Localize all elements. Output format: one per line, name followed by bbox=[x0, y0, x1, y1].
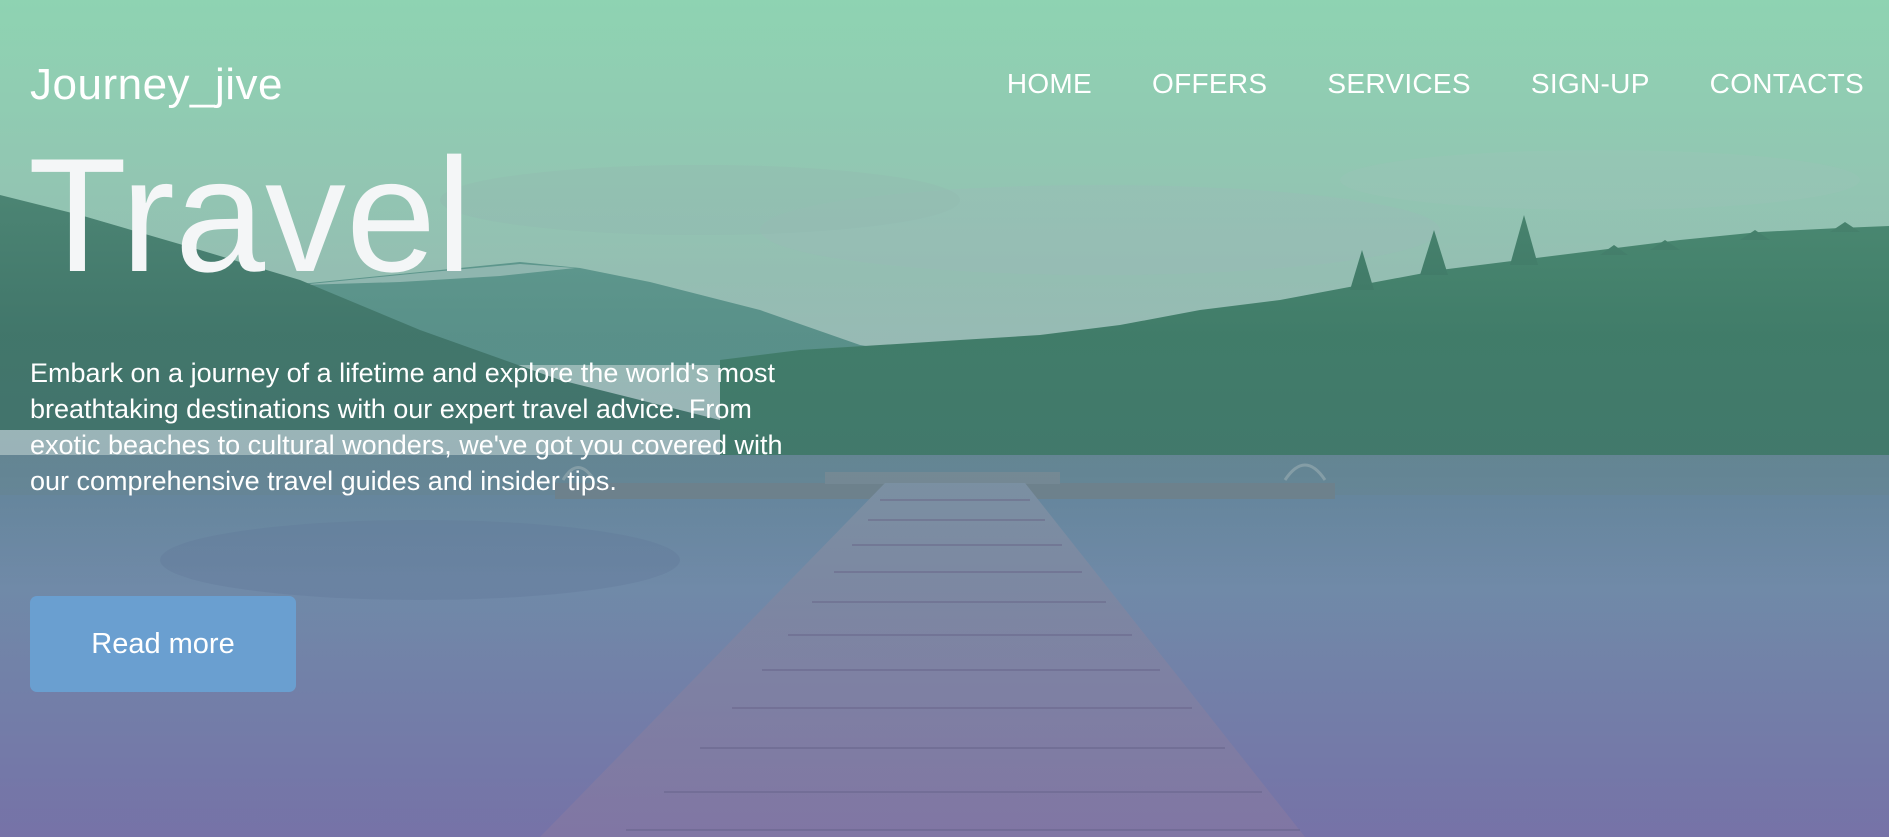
nav-item-contacts: CONTACTS bbox=[1710, 68, 1864, 100]
nav-link-home[interactable]: HOME bbox=[1007, 68, 1092, 99]
hero-description: Embark on a journey of a lifetime and ex… bbox=[30, 358, 783, 496]
nav-item-sign-up: SIGN-UP bbox=[1531, 68, 1650, 100]
nav-link-contacts[interactable]: CONTACTS bbox=[1710, 68, 1864, 99]
nav-link-services[interactable]: SERVICES bbox=[1327, 68, 1471, 99]
nav-item-offers: OFFERS bbox=[1152, 68, 1267, 100]
hero-headline: Travel bbox=[28, 125, 473, 306]
nav-link-sign-up[interactable]: SIGN-UP bbox=[1531, 68, 1650, 99]
nav-item-services: SERVICES bbox=[1327, 68, 1471, 100]
read-more-button[interactable]: Read more bbox=[30, 596, 296, 692]
nav-link-offers[interactable]: OFFERS bbox=[1152, 68, 1267, 99]
site-logo[interactable]: Journey_jive bbox=[30, 60, 283, 110]
nav-links: HOME OFFERS SERVICES SIGN-UP CONTACTS bbox=[1007, 68, 1864, 100]
nav-item-home: HOME bbox=[1007, 68, 1092, 100]
hero-section: Journey_jive HOME OFFERS SERVICES SIGN-U… bbox=[0, 0, 1889, 837]
